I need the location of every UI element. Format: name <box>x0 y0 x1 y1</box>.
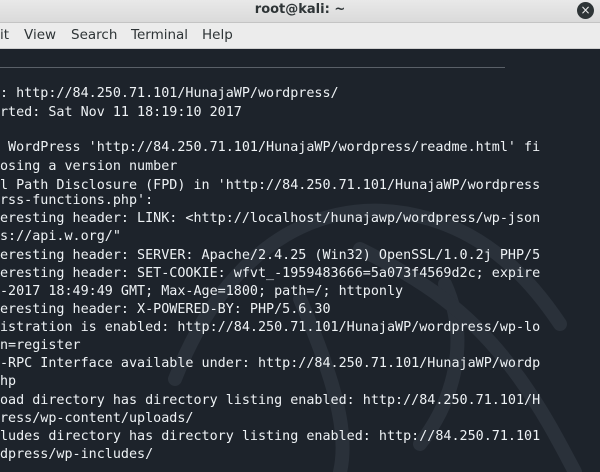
terminal-line: WordPress 'http://84.250.71.101/HunajaWP… <box>0 140 541 155</box>
menu-terminal[interactable]: Terminal <box>131 23 188 48</box>
terminal-line: n=register <box>0 338 81 353</box>
terminal-line: rss-functions.php': <box>0 193 154 208</box>
separator-line <box>0 67 505 68</box>
terminal-line: rted: Sat Nov 11 18:19:10 2017 <box>0 105 242 120</box>
terminal-line: s://api.w.org/" <box>0 229 121 244</box>
menu-search[interactable]: Search <box>71 23 117 48</box>
terminal-line: hp <box>0 374 17 389</box>
terminal-line: ress/wp-content/uploads/ <box>0 411 194 426</box>
terminal-line: oad directory has directory listing enab… <box>0 393 541 408</box>
terminal-line: eresting header: LINK: <http://localhost… <box>0 211 541 226</box>
terminal-line: -2017 18:49:49 GMT; Max-Age=1800; path=/… <box>0 284 404 299</box>
terminal-line: : http://84.250.71.101/HunajaWP/wordpres… <box>0 86 339 101</box>
window-title: root@kali: ~ <box>254 2 346 17</box>
terminal-line: ludes directory has directory listing en… <box>0 429 541 444</box>
terminal-line: eresting header: X-POWERED-BY: PHP/5.6.3… <box>0 302 331 317</box>
menu-bar: it View Search Terminal Help <box>0 23 600 49</box>
terminal-output[interactable]: : http://84.250.71.101/HunajaWP/wordpres… <box>0 49 600 472</box>
terminal-line: eresting header: SERVER: Apache/2.4.25 (… <box>0 248 541 263</box>
menu-edit[interactable]: it <box>0 23 9 48</box>
menu-view[interactable]: View <box>24 23 56 48</box>
terminal-line: eresting header: SET-COOKIE: wfvt_-19594… <box>0 266 541 281</box>
terminal-line: istration is enabled: http://84.250.71.1… <box>0 320 541 335</box>
terminal-line: -RPC Interface available under: http://8… <box>0 356 541 371</box>
menu-help[interactable]: Help <box>202 23 233 48</box>
window-titlebar[interactable]: root@kali: ~ × <box>0 0 600 23</box>
close-icon[interactable]: × <box>577 2 594 19</box>
terminal-line: dpress/wp-includes/ <box>0 447 154 462</box>
terminal-line: osing a version number <box>0 159 178 174</box>
